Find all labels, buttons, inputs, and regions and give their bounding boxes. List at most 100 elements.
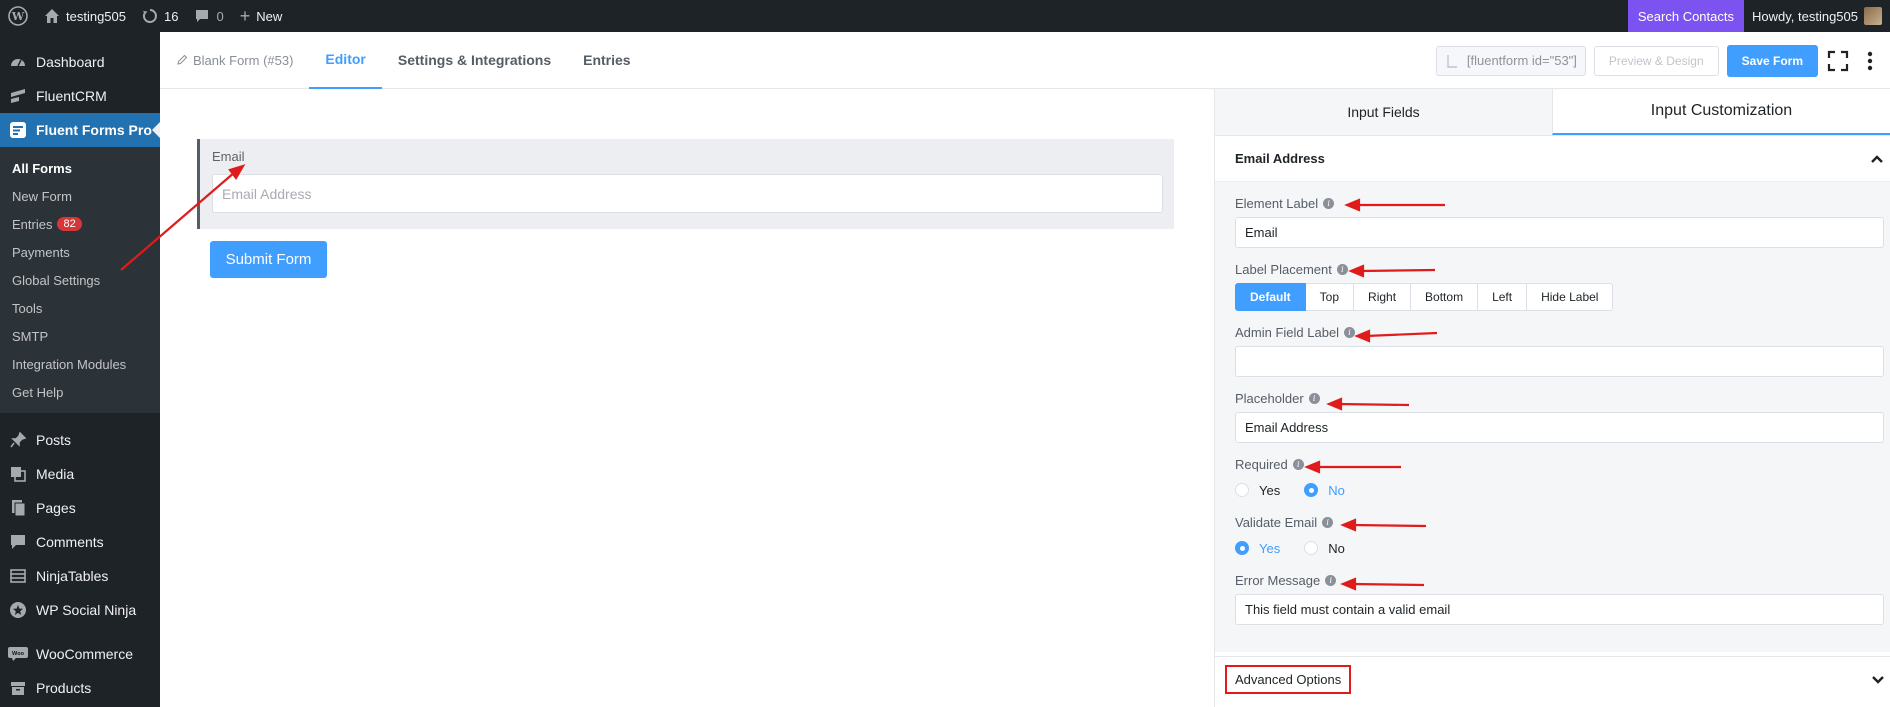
tab-entries[interactable]: Entries	[567, 32, 646, 89]
sidebar-item-posts[interactable]: Posts	[0, 423, 160, 457]
wordpress-logo-icon[interactable]: W	[0, 0, 36, 32]
copy-icon	[1445, 53, 1459, 69]
updates-link[interactable]: 16	[134, 0, 186, 32]
submenu-all-forms[interactable]: All Forms	[0, 154, 160, 182]
email-field-label: Email	[212, 149, 245, 164]
submit-form-button[interactable]: Submit Form	[210, 241, 327, 278]
required-yes-radio[interactable]: Yes	[1235, 483, 1280, 498]
info-icon[interactable]: i	[1308, 392, 1320, 404]
submenu-global-settings[interactable]: Global Settings	[0, 266, 160, 294]
required-radios: Yes No	[1235, 479, 1884, 501]
plus-icon: +	[239, 5, 251, 26]
placeholder-input[interactable]: Email Address	[1235, 412, 1884, 443]
submenu-entries-label: Entries	[12, 216, 53, 232]
validate-no-radio[interactable]: No	[1304, 541, 1345, 556]
pin-icon	[8, 430, 28, 450]
info-icon[interactable]: i	[1325, 574, 1337, 586]
submenu-integration-modules[interactable]: Integration Modules	[0, 350, 160, 378]
sidebar-item-comments[interactable]: Comments	[0, 525, 160, 559]
home-icon	[44, 8, 60, 24]
info-icon[interactable]: i	[1322, 516, 1334, 528]
svg-text:Woo: Woo	[12, 651, 25, 657]
required-no-radio[interactable]: No	[1304, 483, 1345, 498]
advanced-options-label: Advanced Options	[1225, 665, 1352, 694]
placement-default[interactable]: Default	[1235, 283, 1306, 311]
account-menu[interactable]: Howdy, testing505	[1744, 0, 1890, 32]
validate-yes-radio[interactable]: Yes	[1235, 541, 1280, 556]
sidebar-item-fluentcrm[interactable]: FluentCRM	[0, 79, 160, 113]
email-field-preview-input[interactable]: Email Address	[212, 174, 1163, 213]
submenu-entries[interactable]: Entries 82	[0, 210, 160, 238]
placement-top[interactable]: Top	[1305, 283, 1355, 311]
chevron-down-icon[interactable]	[1871, 675, 1885, 685]
error-message-group: Error Message i This field must contain a…	[1235, 569, 1884, 625]
admin-field-label-title: Admin Field Label	[1235, 324, 1340, 340]
field-settings-panel: Input Fields Input Customization Email A…	[1214, 89, 1890, 707]
star-icon	[8, 600, 28, 620]
admin-field-label-input[interactable]	[1235, 346, 1884, 377]
site-name-link[interactable]: testing505	[36, 0, 134, 32]
sidebar-item-pages[interactable]: Pages	[0, 491, 160, 525]
sidebar-item-fluent-forms-pro[interactable]: Fluent Forms Pro	[0, 113, 160, 147]
new-content-link[interactable]: + New	[232, 0, 291, 32]
submenu-tools[interactable]: Tools	[0, 294, 160, 322]
submenu-get-help[interactable]: Get Help	[0, 378, 160, 406]
advanced-options-header[interactable]: Advanced Options	[1215, 656, 1890, 702]
shortcode-text: [fluentform id="53"]	[1466, 53, 1577, 68]
tab-editor[interactable]: Editor	[309, 32, 382, 89]
chevron-up-icon[interactable]	[1870, 154, 1884, 164]
submenu-smtp[interactable]: SMTP	[0, 322, 160, 350]
search-contacts-button[interactable]: Search Contacts	[1627, 0, 1744, 32]
sidebar-item-wp-social-ninja[interactable]: WP Social Ninja	[0, 593, 160, 627]
required-group: Required i Yes No	[1235, 453, 1884, 501]
breadcrumb[interactable]: Blank Form (#53)	[160, 32, 309, 89]
avatar	[1864, 7, 1882, 25]
error-message-input[interactable]: This field must contain a valid email	[1235, 594, 1884, 625]
sidebar-item-dashboard[interactable]: Dashboard	[0, 45, 160, 79]
sidebar-item-label: Comments	[36, 534, 104, 550]
woo-icon: Woo	[8, 644, 28, 664]
sidebar-item-label: Pages	[36, 500, 76, 516]
validate-email-group: Validate Email i Yes No	[1235, 511, 1884, 559]
panel-tabs: Input Fields Input Customization	[1215, 89, 1890, 136]
shortcode-copy-button[interactable]: [fluentform id="53"]	[1435, 45, 1586, 76]
preview-design-button[interactable]: Preview & Design	[1593, 45, 1719, 76]
info-icon[interactable]: i	[1344, 326, 1356, 338]
section-header[interactable]: Email Address	[1215, 136, 1890, 182]
archive-icon	[8, 678, 28, 698]
updates-icon	[142, 8, 158, 24]
section-title: Email Address	[1235, 151, 1325, 166]
tab-settings-integrations[interactable]: Settings & Integrations	[382, 32, 567, 89]
save-form-button[interactable]: Save Form	[1726, 44, 1818, 77]
submenu-new-form[interactable]: New Form	[0, 182, 160, 210]
info-icon[interactable]: i	[1336, 263, 1348, 275]
more-options-icon[interactable]	[1858, 49, 1882, 73]
error-message-title: Error Message	[1235, 572, 1321, 588]
sidebar-item-ninjatables[interactable]: NinjaTables	[0, 559, 160, 593]
sidebar-item-woocommerce[interactable]: Woo WooCommerce	[0, 637, 160, 671]
comments-link[interactable]: 0	[186, 0, 231, 32]
comment-icon	[8, 532, 28, 552]
sidebar-item-media[interactable]: Media	[0, 457, 160, 491]
sidebar-item-products[interactable]: Products	[0, 671, 160, 705]
placement-bottom[interactable]: Bottom	[1411, 283, 1479, 311]
media-icon	[8, 464, 28, 484]
info-icon[interactable]: i	[1323, 197, 1335, 209]
info-icon[interactable]: i	[1292, 458, 1304, 470]
admin-field-label-group: Admin Field Label i	[1235, 321, 1884, 377]
placement-hide-label[interactable]: Hide Label	[1527, 283, 1614, 311]
fullscreen-icon[interactable]	[1826, 49, 1850, 73]
placeholder-title: Placeholder	[1235, 390, 1304, 406]
placeholder-group: Placeholder i Email Address	[1235, 387, 1884, 443]
section-body: Element Label i Email Label Placement i De…	[1215, 182, 1890, 652]
howdy-text: Howdy, testing505	[1752, 8, 1858, 24]
email-field-block[interactable]: Email Email Address	[197, 139, 1174, 229]
placement-left[interactable]: Left	[1478, 283, 1528, 311]
validate-email-title: Validate Email	[1235, 514, 1318, 530]
tab-input-customization[interactable]: Input Customization	[1552, 89, 1890, 135]
placement-right[interactable]: Right	[1354, 283, 1412, 311]
tab-input-fields[interactable]: Input Fields	[1215, 89, 1552, 135]
element-label-input[interactable]: Email	[1235, 217, 1884, 248]
submenu-payments[interactable]: Payments	[0, 238, 160, 266]
admin-bar: W testing505 16 0 + New Search Contacts	[0, 0, 1890, 32]
